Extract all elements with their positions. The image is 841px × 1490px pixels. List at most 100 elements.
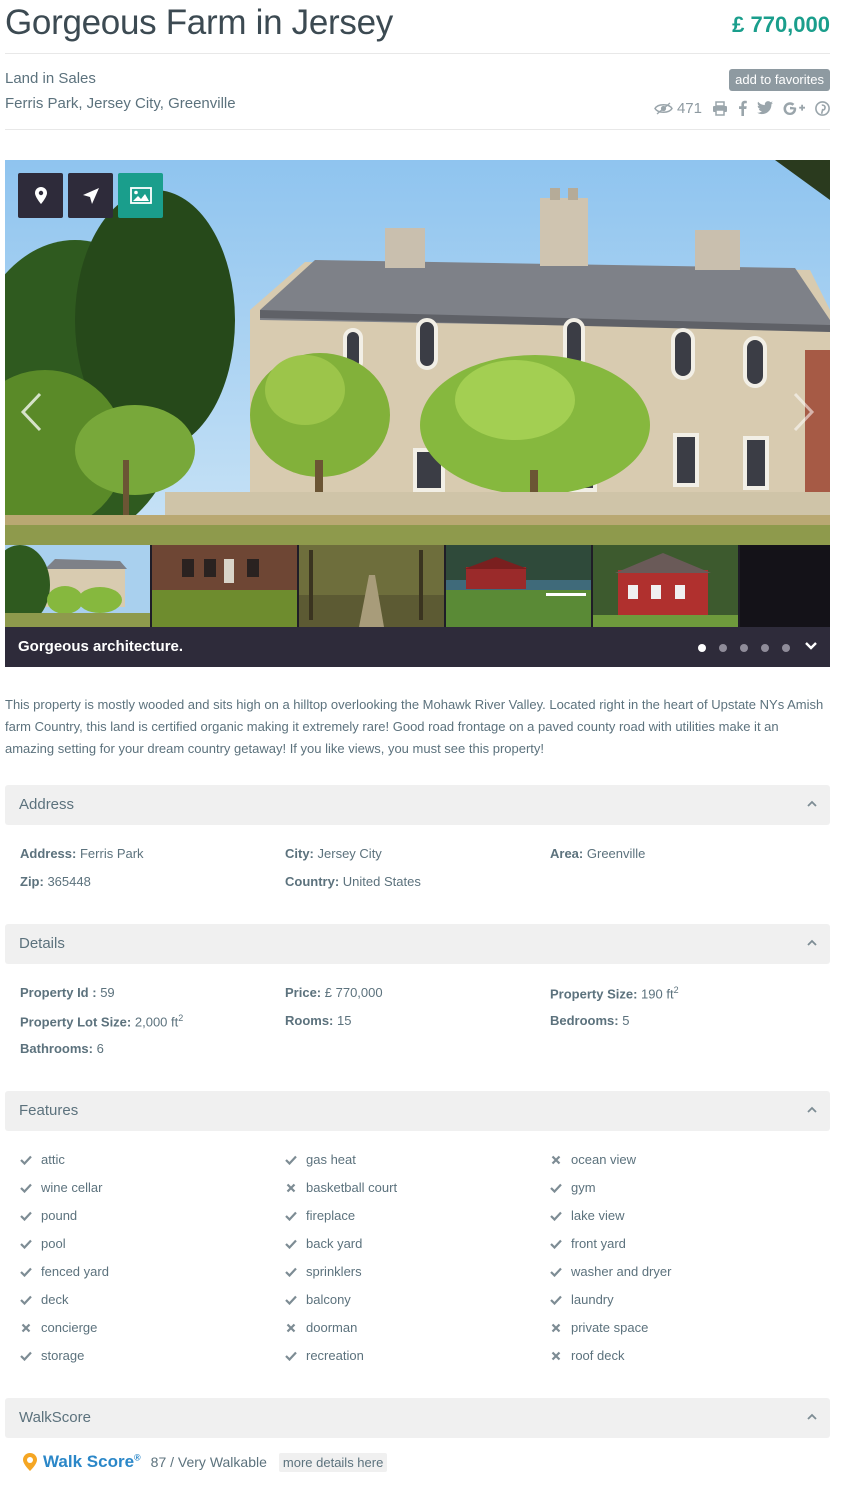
map-pin-icon xyxy=(34,187,47,204)
pagination-dot[interactable] xyxy=(740,644,748,652)
feature-label: pool xyxy=(41,1236,66,1251)
image-icon xyxy=(129,187,152,204)
bedrooms-field: Bedrooms: 5 xyxy=(550,1013,630,1028)
checkmark-icon xyxy=(20,1238,32,1250)
chevron-down-icon[interactable] xyxy=(804,639,818,653)
walkscore-more-link[interactable]: more details here xyxy=(278,1452,388,1472)
rooms-field: Rooms: 15 xyxy=(285,1013,352,1028)
map-view-button[interactable] xyxy=(18,173,63,218)
cross-icon xyxy=(20,1322,32,1334)
feature-label: fireplace xyxy=(306,1208,356,1223)
feature-label: washer and dryer xyxy=(571,1264,672,1279)
feature-label: doorman xyxy=(306,1320,358,1335)
google-plus-icon[interactable] xyxy=(783,101,805,115)
lot-size-field: Property Lot Size: 2,000 ft2 xyxy=(20,1013,184,1030)
next-image-arrow[interactable] xyxy=(793,392,815,432)
feature-item: lake view xyxy=(550,1208,624,1223)
cross-icon xyxy=(285,1322,297,1334)
cross-icon xyxy=(285,1182,297,1194)
feature-item: deck xyxy=(20,1292,68,1307)
feature-item: washer and dryer xyxy=(550,1264,671,1279)
feature-item: gym xyxy=(550,1180,596,1195)
pagination-dot[interactable] xyxy=(782,644,790,652)
checkmark-icon xyxy=(20,1294,32,1306)
property-price: £ 770,000 xyxy=(732,12,830,37)
cross-icon xyxy=(550,1322,562,1334)
feature-item: front yard xyxy=(550,1236,626,1251)
area-field: Area: Greenville xyxy=(550,846,646,861)
navigation-icon xyxy=(82,187,99,204)
gallery-view-button[interactable] xyxy=(118,173,163,218)
gallery-thumbnail[interactable] xyxy=(740,545,830,627)
pinterest-icon[interactable] xyxy=(815,100,830,116)
checkmark-icon xyxy=(285,1294,297,1306)
feature-item: back yard xyxy=(285,1236,362,1251)
property-title: Gorgeous Farm in Jersey xyxy=(5,3,393,42)
cross-icon xyxy=(550,1350,562,1362)
feature-item: storage xyxy=(20,1348,84,1363)
gallery-thumbnail[interactable] xyxy=(446,545,591,627)
cross-icon xyxy=(550,1154,562,1166)
feature-item: pound xyxy=(20,1208,77,1223)
feature-label: deck xyxy=(41,1292,69,1307)
checkmark-icon xyxy=(20,1182,32,1194)
feature-item: roof deck xyxy=(550,1348,624,1363)
directions-button[interactable] xyxy=(68,173,113,218)
pagination-dot[interactable] xyxy=(761,644,769,652)
checkmark-icon xyxy=(20,1266,32,1278)
checkmark-icon xyxy=(285,1154,297,1166)
feature-item: doorman xyxy=(285,1320,357,1335)
walkscore-logo[interactable]: Walk Score® xyxy=(43,1452,141,1472)
checkmark-icon xyxy=(20,1154,32,1166)
walkscore-section-header[interactable]: WalkScore xyxy=(5,1398,830,1438)
property-description: This property is mostly wooded and sits … xyxy=(5,697,824,756)
gallery-thumbnail[interactable] xyxy=(5,545,150,627)
gallery-thumbnail[interactable] xyxy=(152,545,297,627)
section-title: Features xyxy=(19,1102,79,1119)
feature-item: attic xyxy=(20,1152,65,1167)
price-field: Price: £ 770,000 xyxy=(285,985,383,1000)
feature-label: pound xyxy=(41,1208,78,1223)
image-gallery: Gorgeous architecture. xyxy=(5,160,830,667)
prev-image-arrow[interactable] xyxy=(20,392,42,432)
feature-label: balcony xyxy=(306,1292,351,1307)
walkscore-pin-icon xyxy=(23,1453,37,1471)
feature-item: sprinklers xyxy=(285,1264,362,1279)
twitter-icon[interactable] xyxy=(757,101,773,115)
thumbnail-strip xyxy=(5,545,830,627)
pagination-dot[interactable] xyxy=(698,644,706,652)
add-to-favorites-button[interactable]: add to favorites xyxy=(729,69,830,91)
features-section-header[interactable]: Features xyxy=(5,1091,830,1131)
feature-label: concierge xyxy=(41,1320,98,1335)
section-title: WalkScore xyxy=(19,1409,91,1426)
property-location: Ferris Park, Jersey City, Greenville xyxy=(5,95,236,112)
address-section-header[interactable]: Address xyxy=(5,785,830,825)
gallery-thumbnail[interactable] xyxy=(299,545,444,627)
chevron-up-icon xyxy=(807,1106,817,1113)
gallery-thumbnail[interactable] xyxy=(593,545,738,627)
feature-item: laundry xyxy=(550,1292,614,1307)
gallery-caption: Gorgeous architecture. xyxy=(18,638,184,655)
checkmark-icon xyxy=(550,1238,562,1250)
feature-label: wine cellar xyxy=(41,1180,103,1195)
feature-label: fenced yard xyxy=(41,1264,109,1279)
property-id-field: Property Id : 59 xyxy=(20,985,115,1000)
print-icon[interactable] xyxy=(712,100,728,116)
gallery-pagination xyxy=(698,644,790,652)
checkmark-icon xyxy=(20,1210,32,1222)
checkmark-icon xyxy=(550,1210,562,1222)
city-field: City: Jersey City xyxy=(285,846,382,861)
views-count: 471 xyxy=(676,99,702,117)
feature-label: storage xyxy=(41,1348,85,1363)
checkmark-icon xyxy=(550,1266,562,1278)
feature-item: wine cellar xyxy=(20,1180,102,1195)
feature-item: balcony xyxy=(285,1292,351,1307)
feature-label: back yard xyxy=(306,1236,363,1251)
details-section-header[interactable]: Details xyxy=(5,924,830,964)
facebook-icon[interactable] xyxy=(738,100,747,116)
feature-item: private space xyxy=(550,1320,648,1335)
property-category: Land in Sales xyxy=(5,70,96,87)
pagination-dot[interactable] xyxy=(719,644,727,652)
feature-item: fireplace xyxy=(285,1208,355,1223)
divider xyxy=(5,53,830,54)
